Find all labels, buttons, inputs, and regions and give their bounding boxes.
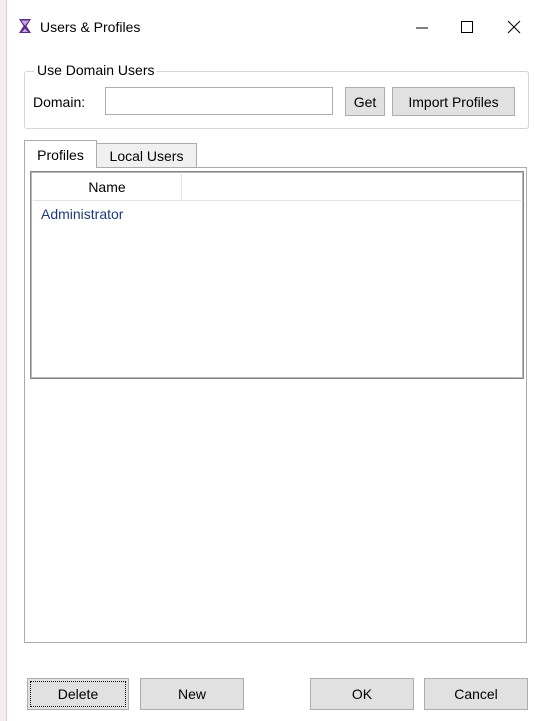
close-button[interactable] [492, 8, 535, 46]
domain-label: Domain: [33, 94, 86, 110]
maximize-icon [461, 21, 473, 33]
close-icon [507, 20, 521, 34]
cancel-button[interactable]: Cancel [424, 678, 528, 710]
tab-local-users[interactable]: Local Users [97, 143, 197, 168]
minimize-icon [416, 27, 428, 29]
tab-profiles[interactable]: Profiles [24, 140, 97, 168]
domain-input[interactable] [105, 87, 333, 115]
title-bar[interactable]: Users & Profiles [7, 0, 535, 58]
new-button[interactable]: New [140, 678, 244, 710]
users-profiles-dialog: Users & Profiles Use Domain Users Domain… [7, 0, 535, 721]
import-profiles-button[interactable]: Import Profiles [392, 87, 515, 116]
list-item[interactable]: Administrator [41, 206, 123, 222]
domain-users-legend: Use Domain Users [34, 62, 158, 78]
ok-button[interactable]: OK [310, 678, 414, 710]
focus-rectangle [30, 681, 126, 707]
get-button[interactable]: Get [345, 87, 385, 116]
column-header-row: Name [33, 174, 521, 201]
window-title: Users & Profiles [40, 19, 141, 35]
profiles-listview[interactable]: Name Administrator [30, 171, 524, 379]
maximize-button[interactable] [445, 8, 489, 46]
app-hourglass-icon [18, 18, 32, 34]
delete-button[interactable]: Delete [27, 678, 129, 710]
minimize-button[interactable] [400, 8, 444, 46]
column-header-name[interactable]: Name [33, 174, 182, 200]
